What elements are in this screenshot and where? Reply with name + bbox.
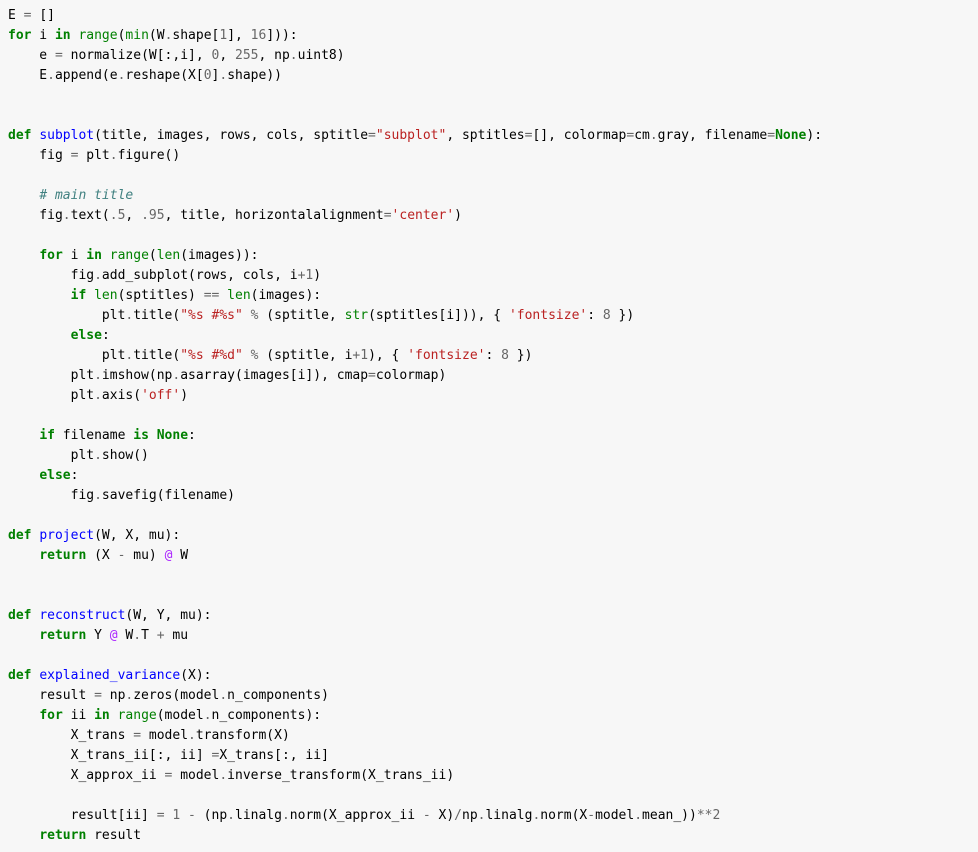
code-cell: E = [] for i in range(min(W.shape[1], 16… (0, 0, 978, 852)
code-content: E = [] for i in range(min(W.shape[1], 16… (8, 8, 822, 843)
